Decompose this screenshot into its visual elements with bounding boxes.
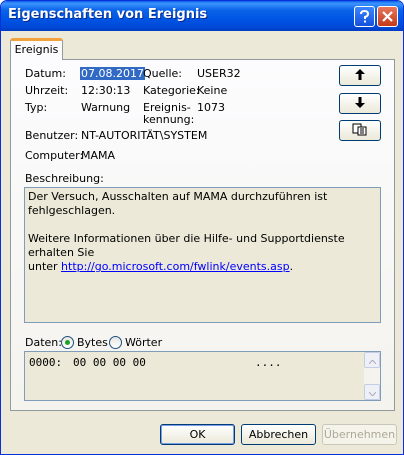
bytes-radio[interactable] <box>61 336 74 349</box>
benutzer-value[interactable]: NT-AUTORITÄT\SYSTEM <box>81 129 207 142</box>
kategorie-value[interactable]: Keine <box>197 84 227 97</box>
data-label: Daten: <box>25 336 62 349</box>
arrow-up-icon <box>355 68 365 83</box>
bytes-radio-label[interactable]: Bytes <box>77 336 108 349</box>
description-line-3: unter http://go.microsoft.com/fwlink/eve… <box>28 260 377 274</box>
datum-label: Datum: <box>25 67 66 80</box>
scroll-down-arrow-icon <box>368 386 376 399</box>
cancel-button[interactable]: Abbrechen <box>241 424 316 445</box>
scroll-down-button[interactable] <box>364 384 380 400</box>
computer-label: Computer: <box>25 149 84 162</box>
apply-button[interactable]: Übernehmen <box>322 424 397 445</box>
close-button[interactable] <box>377 6 398 27</box>
description-prefix: unter <box>28 260 62 273</box>
previous-event-button[interactable] <box>339 65 381 86</box>
ereignis-value[interactable]: 1073 <box>197 101 225 114</box>
uhrzeit-value[interactable]: 12:30:13 <box>81 84 130 97</box>
help-link[interactable]: http://go.microsoft.com/fwlink/events.as… <box>61 260 290 273</box>
description-suffix: . <box>289 260 294 273</box>
title-bar[interactable]: Eigenschaften von Ereignis <box>1 1 403 31</box>
ok-label: OK <box>189 428 206 441</box>
scroll-up-button[interactable] <box>364 352 380 368</box>
data-offset: 0000: <box>29 356 63 369</box>
data-bytes: 00 00 00 00 <box>73 356 146 369</box>
uhrzeit-label: Uhrzeit: <box>25 84 69 97</box>
description-line-1: Der Versuch, Ausschalten auf MAMA durchz… <box>28 190 328 217</box>
cancel-label: Abbrechen <box>248 428 309 441</box>
words-radio-label[interactable]: Wörter <box>125 336 162 349</box>
description-textbox[interactable]: Der Versuch, Ausschalten auf MAMA durchz… <box>24 187 381 323</box>
window-title: Eigenschaften von Ereignis <box>8 7 208 22</box>
dialog-window: Eigenschaften von Ereignis Ereignis Datu… <box>0 0 404 455</box>
copy-icon <box>352 123 368 139</box>
tab-label: Ereignis <box>14 43 59 56</box>
next-event-button[interactable] <box>339 93 381 114</box>
typ-value[interactable]: Warnung <box>81 101 130 114</box>
ereignis-label-line2: kennung: <box>143 113 195 126</box>
typ-label: Typ: <box>25 101 48 114</box>
apply-label: Übernehmen <box>323 428 396 441</box>
data-ascii: .... <box>255 356 282 369</box>
ok-button[interactable]: OK <box>160 424 235 445</box>
close-x-icon <box>382 11 393 22</box>
data-textbox[interactable]: 0000: 00 00 00 00 .... <box>24 351 381 401</box>
benutzer-label: Benutzer: <box>25 129 79 142</box>
quelle-label: Quelle: <box>143 67 182 80</box>
description-line-2: Weitere Informationen über die Hilfe- un… <box>28 232 345 259</box>
computer-value[interactable]: MAMA <box>81 149 115 162</box>
arrow-down-icon <box>355 96 365 111</box>
question-mark-icon <box>359 10 370 23</box>
kategorie-label: Kategorie: <box>143 84 200 97</box>
scroll-up-arrow-icon <box>368 354 376 367</box>
data-scrollbar[interactable] <box>364 352 380 400</box>
help-button[interactable] <box>354 6 375 27</box>
copy-button[interactable] <box>339 120 381 141</box>
description-label: Beschreibung: <box>25 172 104 185</box>
words-radio[interactable] <box>109 336 122 349</box>
tab-ereignis[interactable]: Ereignis <box>10 38 63 60</box>
quelle-value[interactable]: USER32 <box>197 67 241 80</box>
datum-value[interactable]: 07.08.2017 <box>80 67 145 80</box>
